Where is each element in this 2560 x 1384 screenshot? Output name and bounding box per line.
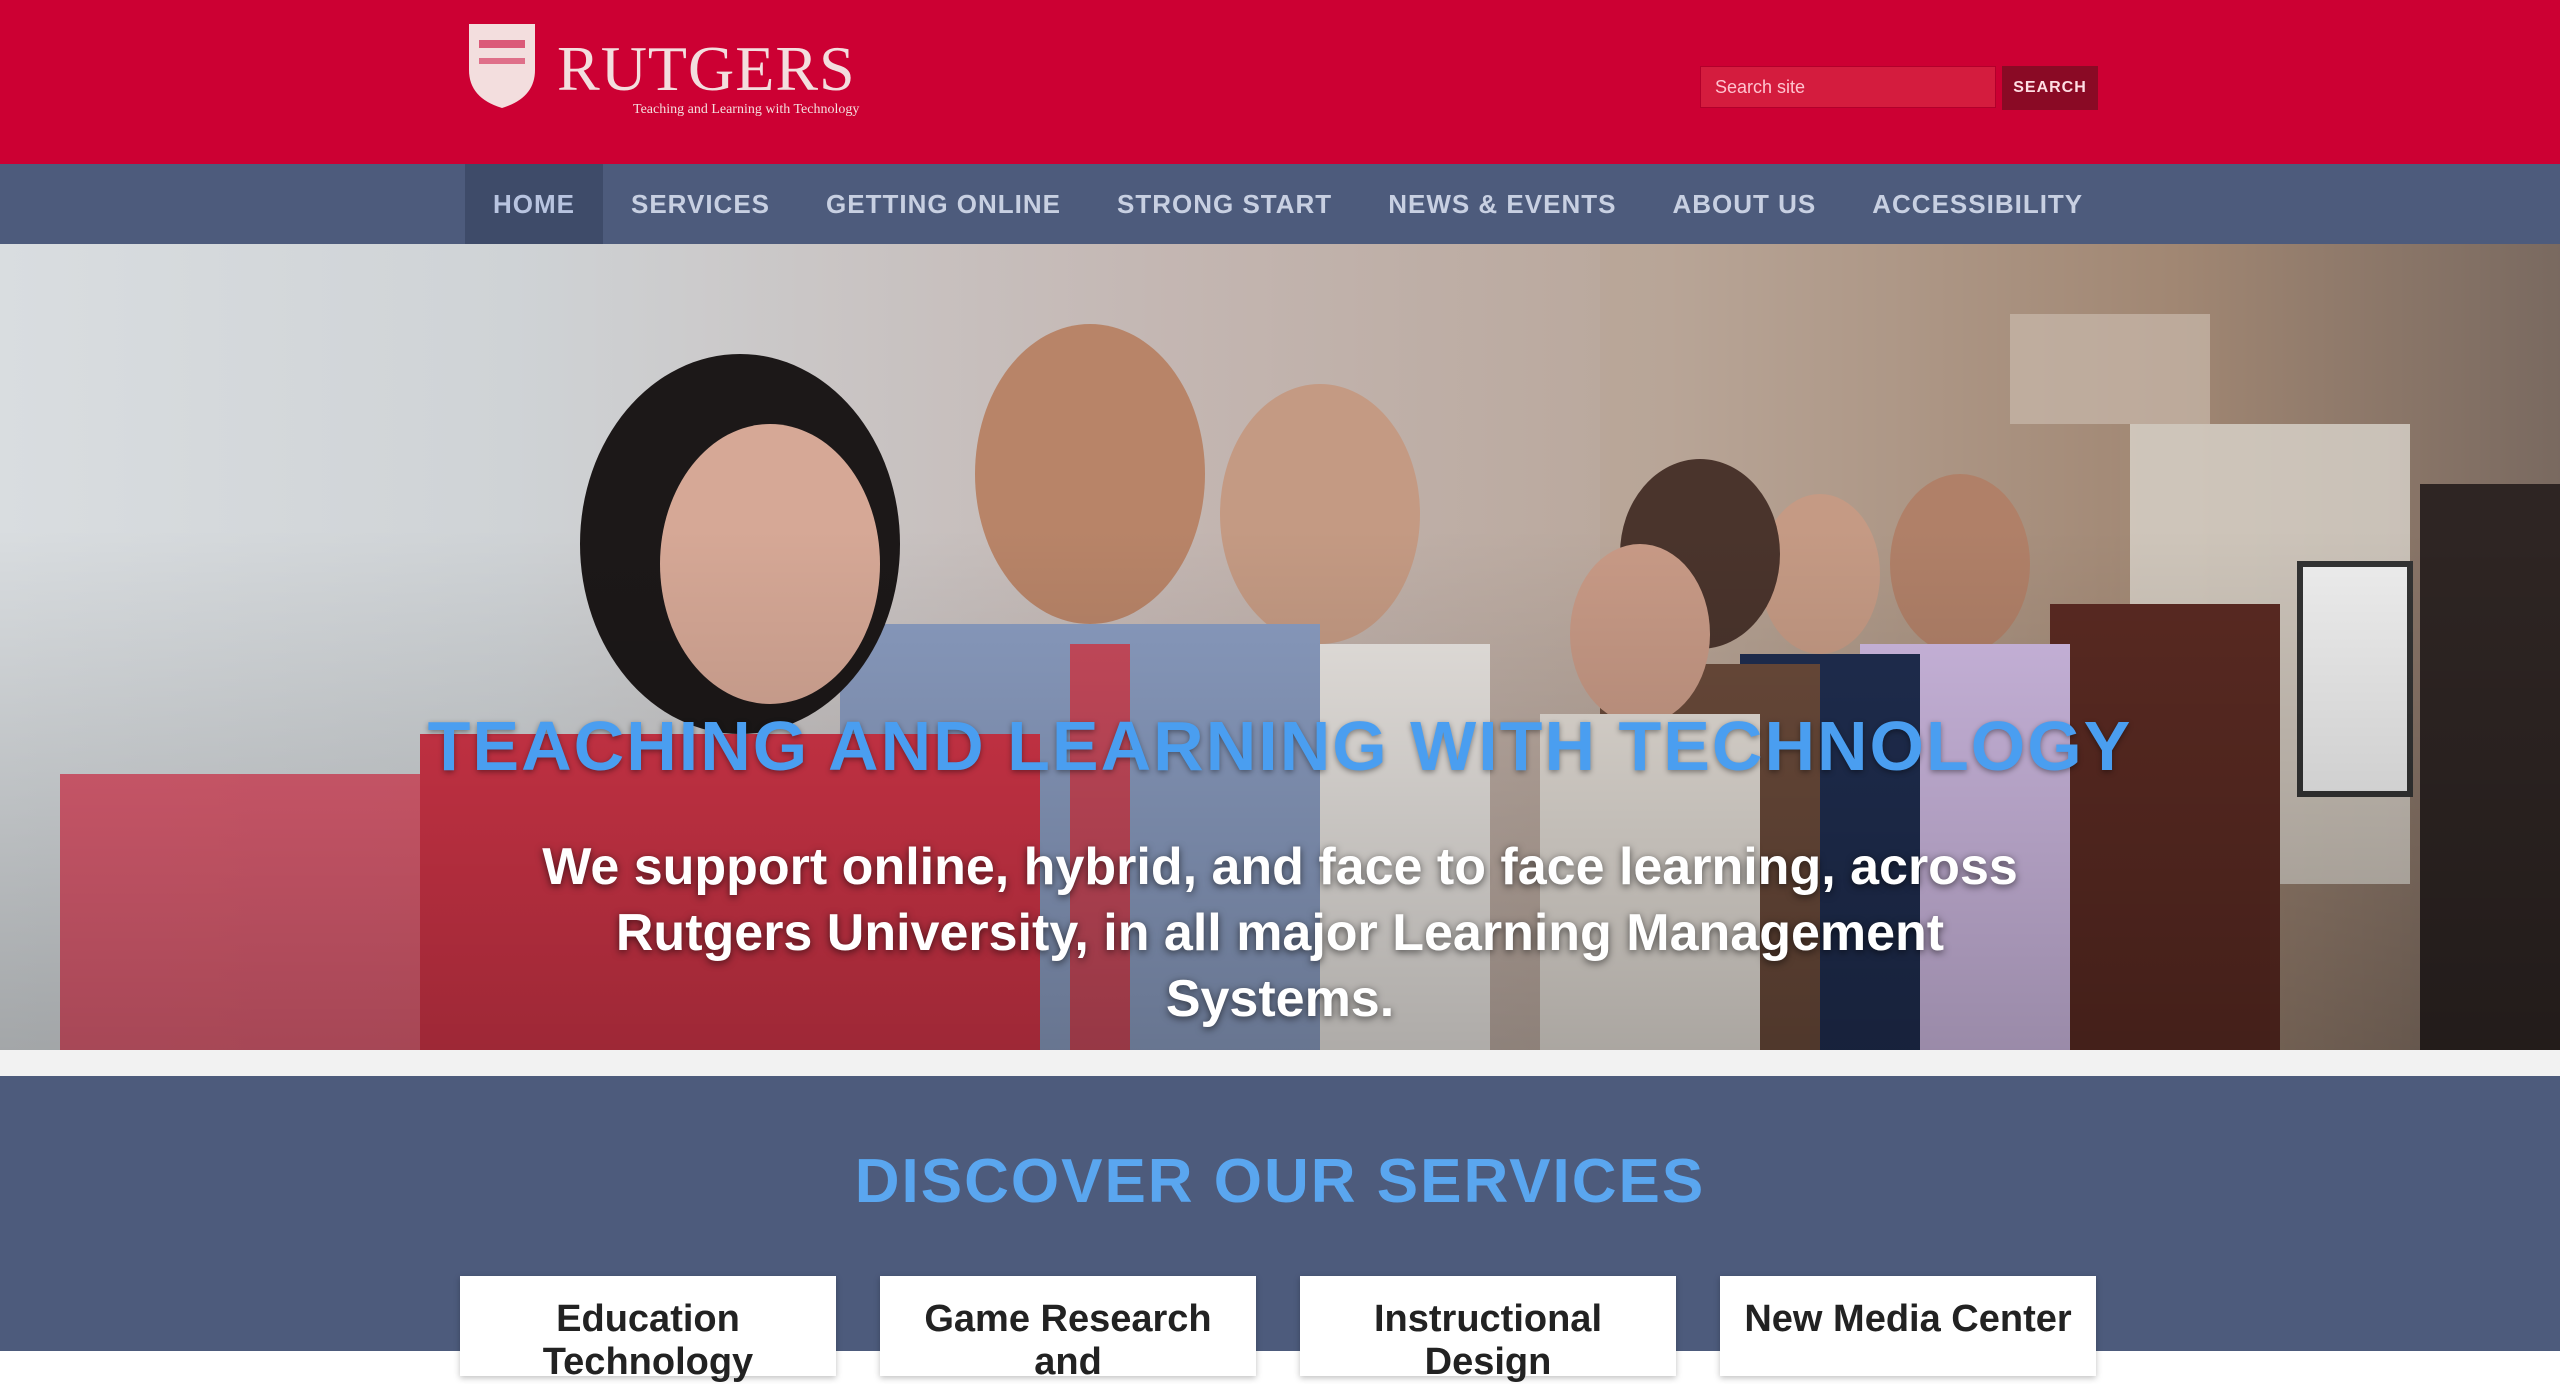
nav-item-strong-start[interactable]: Strong Start — [1089, 164, 1360, 244]
site-header: RUTGERS Teaching and Learning with Techn… — [0, 0, 2560, 164]
service-card-new-media-center[interactable]: New Media Center — [1720, 1276, 2096, 1376]
rutgers-logo[interactable]: RUTGERS Teaching and Learning with Techn… — [465, 14, 865, 154]
services-section: Discover Our Services Education Technolo… — [0, 1076, 2560, 1383]
logo-wordmark: RUTGERS — [557, 33, 856, 104]
nav-item-news-events[interactable]: News & Events — [1360, 164, 1644, 244]
service-card-instructional-design[interactable]: Instructional Design — [1300, 1276, 1676, 1383]
nav-item-services[interactable]: Services — [603, 164, 798, 244]
service-card-game-research[interactable]: Game Research and — [880, 1276, 1256, 1383]
hero-title: Teaching and Learning with Technology — [427, 707, 2133, 785]
service-card-education-technology[interactable]: Education Technology — [460, 1276, 836, 1383]
services-heading: Discover Our Services — [854, 1147, 1706, 1216]
hero-banner: Teaching and Learning with Technology We… — [0, 244, 2560, 1056]
main-nav: Home Services Getting Online Strong Star… — [0, 164, 2560, 244]
hero-divider — [0, 1050, 2560, 1076]
search-button[interactable]: Search — [2002, 66, 2098, 110]
nav-item-about-us[interactable]: About Us — [1644, 164, 1844, 244]
nav-item-home[interactable]: Home — [465, 164, 603, 244]
logo-subtext: Teaching and Learning with Technology — [633, 102, 860, 117]
nav-list: Home Services Getting Online Strong Star… — [465, 164, 2111, 244]
shield-icon — [469, 24, 535, 108]
nav-item-accessibility[interactable]: Accessibility — [1844, 164, 2111, 244]
search-input[interactable] — [1700, 66, 1996, 108]
nav-item-getting-online[interactable]: Getting Online — [798, 164, 1089, 244]
hero-subtitle: We support online, hybrid, and face to f… — [542, 838, 2018, 1028]
